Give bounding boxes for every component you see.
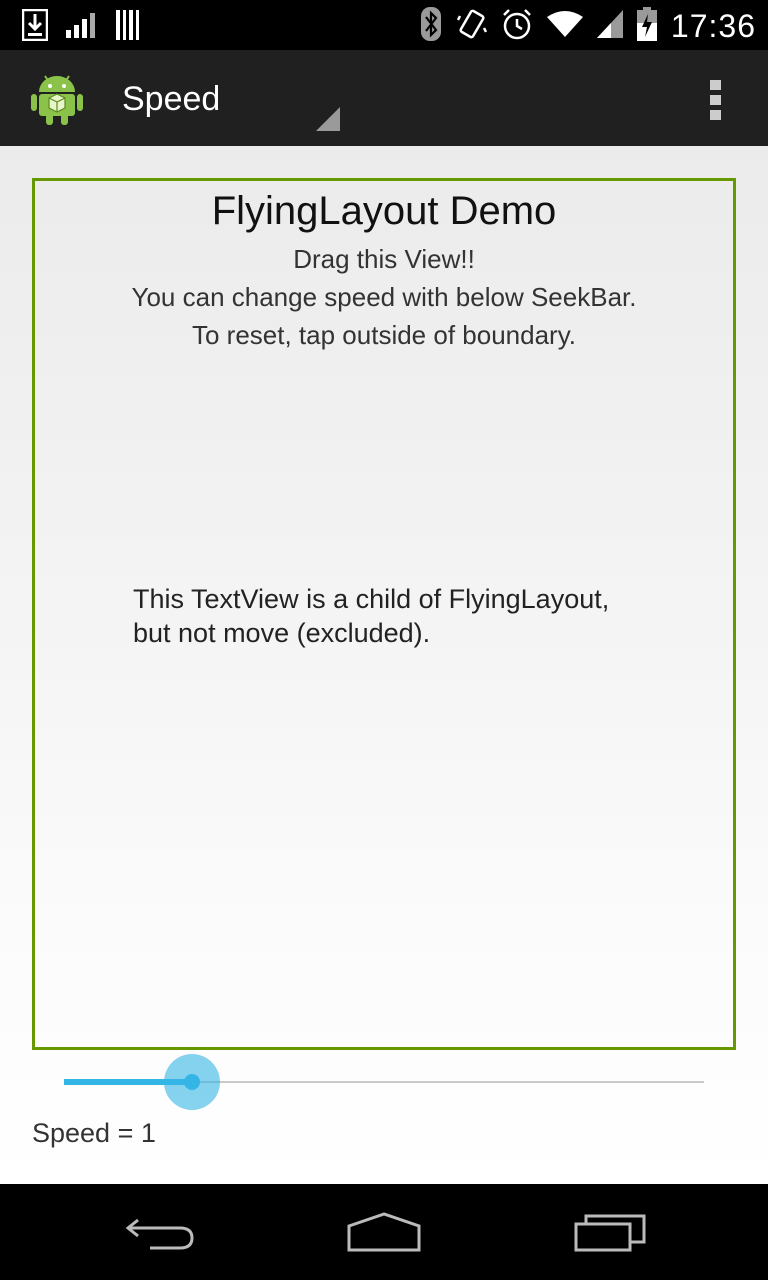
battery-charging-icon [636, 7, 657, 46]
signal-bars-icon [66, 12, 98, 43]
back-icon[interactable] [124, 1212, 196, 1257]
wifi-icon [546, 10, 583, 43]
alarm-icon [501, 7, 533, 46]
seekbar-thumb[interactable] [184, 1074, 200, 1090]
status-bar: 17:36 [0, 0, 768, 50]
cell-signal-icon [596, 10, 623, 43]
demo-title: FlyingLayout Demo [211, 189, 557, 233]
speed-instruction: You can change speed with below SeekBar. [131, 282, 637, 312]
drag-instruction: Drag this View!! [293, 244, 475, 274]
child-text-line-1: This TextView is a child of FlyingLayout… [133, 584, 610, 614]
recents-icon[interactable] [574, 1212, 646, 1257]
notification-icons [21, 8, 142, 46]
child-text-line-2: but not move (excluded). [133, 618, 431, 648]
status-time: 17:36 [670, 8, 756, 44]
system-icons: 17:36 [419, 6, 756, 47]
action-bar: Speed [0, 50, 768, 146]
navigation-bar [0, 1184, 768, 1280]
speed-seekbar[interactable] [64, 1052, 704, 1112]
home-icon[interactable] [347, 1212, 421, 1257]
vibrate-icon [456, 6, 488, 47]
spinner-caret-icon [316, 107, 340, 136]
barcode-icon [116, 10, 142, 45]
speed-spinner[interactable]: Speed [120, 76, 340, 136]
overflow-menu-icon[interactable] [708, 78, 724, 122]
reset-instruction: To reset, tap outside of boundary. [192, 320, 576, 350]
speed-value-label: Speed = 1 [32, 1118, 156, 1148]
bluetooth-icon [419, 6, 443, 47]
android-icon[interactable] [30, 70, 84, 126]
flying-layout[interactable]: FlyingLayout Demo Drag this View!! You c… [32, 178, 736, 1050]
spinner-label: Speed [122, 80, 221, 118]
content-area[interactable]: FlyingLayout Demo Drag this View!! You c… [0, 146, 768, 1184]
download-icon [21, 8, 49, 46]
excluded-child-text: This TextView is a child of FlyingLayout… [133, 582, 673, 650]
